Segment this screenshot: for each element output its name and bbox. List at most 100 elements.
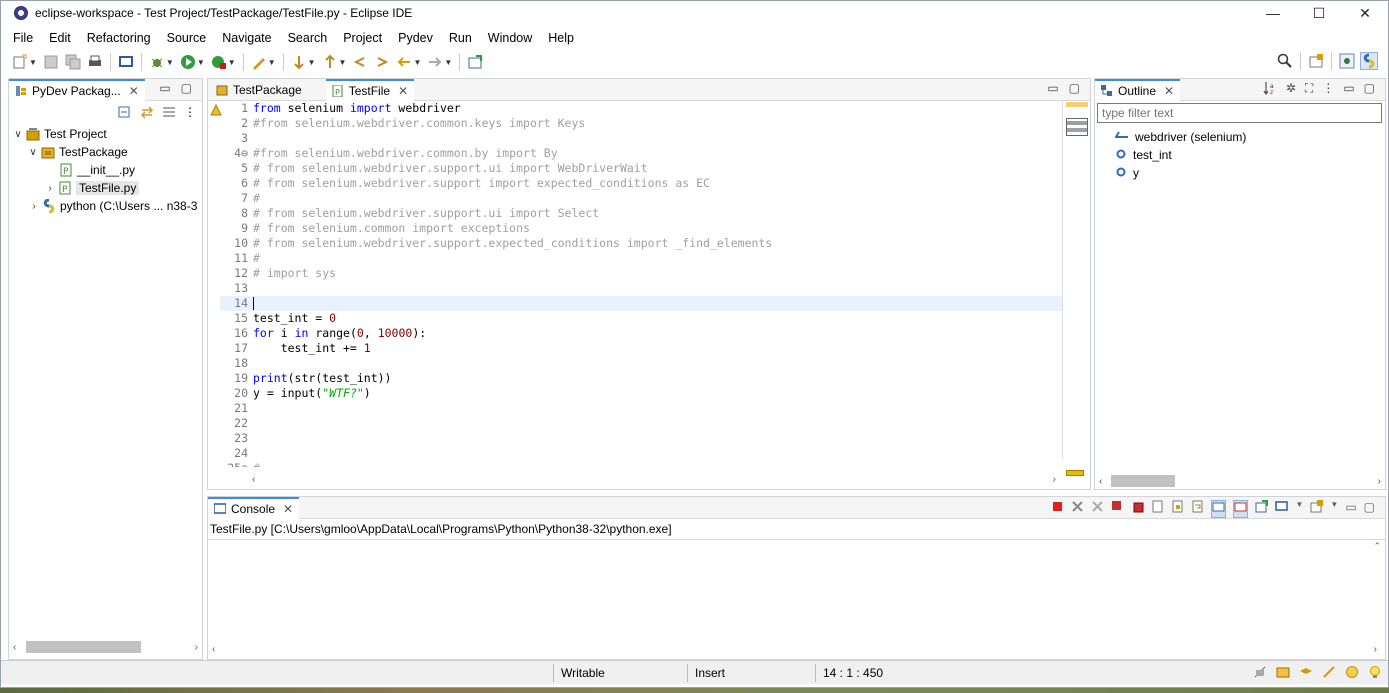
code-line[interactable]: 19 print(str(test_int)) — [220, 371, 1065, 386]
code-line[interactable]: 12 # import sys — [220, 266, 1065, 281]
new-dropdown-icon[interactable]: ▼ — [29, 58, 37, 67]
tab-testpackage[interactable]: TestPackage — [208, 79, 308, 101]
tree-item-testpackage[interactable]: ∨ TestPackage — [9, 143, 202, 161]
code-line[interactable]: 24 — [220, 446, 1065, 461]
menu-pydev[interactable]: Pydev — [390, 31, 441, 45]
forward-edit-icon[interactable] — [373, 53, 391, 71]
minimize-button[interactable]: — — [1250, 1, 1296, 25]
heap-icon[interactable] — [1253, 665, 1267, 682]
clear-console-icon[interactable] — [1151, 500, 1164, 518]
stop-icon[interactable] — [1111, 500, 1124, 518]
minimize-view-icon[interactable]: ▭ — [1047, 81, 1058, 95]
maximize-view-icon[interactable]: ▢ — [181, 81, 192, 95]
code-line[interactable]: 21 — [220, 401, 1065, 416]
outline-item-test-int[interactable]: test_int — [1115, 146, 1246, 164]
learn-icon[interactable] — [1299, 665, 1313, 682]
new-icon[interactable] — [11, 53, 29, 71]
print-icon[interactable] — [86, 53, 104, 71]
close-icon[interactable]: ✕ — [1164, 84, 1174, 98]
pydev-perspective-icon[interactable] — [1360, 52, 1378, 70]
code-line[interactable]: 5 # from selenium.webdriver.support.ui im… — [220, 161, 1065, 176]
collapse-all-icon[interactable]: ✲ — [1286, 81, 1296, 98]
code-line[interactable]: 6 # from selenium.webdriver.support impor… — [220, 176, 1065, 191]
next-annotation-icon[interactable] — [290, 53, 308, 71]
pen-dropdown-icon[interactable]: ▼ — [268, 58, 276, 67]
code-line[interactable]: 2 #from selenium.webdriver.common.keys im… — [220, 116, 1065, 131]
next-annotation-dropdown-icon[interactable]: ▼ — [308, 58, 316, 67]
console-output[interactable] — [208, 539, 1385, 641]
code-line[interactable]: 8 # from selenium.webdriver.support.ui im… — [220, 206, 1065, 221]
view-menu-icon[interactable]: ⋮ — [184, 105, 196, 122]
maximize-view-icon[interactable]: ▢ — [1364, 500, 1375, 518]
code-line[interactable]: 10 # from selenium.webdriver.support.expe… — [220, 236, 1065, 251]
code-line[interactable]: 23 — [220, 431, 1065, 446]
menu-navigate[interactable]: Navigate — [214, 31, 279, 45]
outline-item-webdriver[interactable]: webdriver (selenium) — [1114, 128, 1246, 146]
status-cursor-position[interactable]: 14 : 1 : 450 — [815, 664, 945, 682]
tree-item-testfile-py[interactable]: › P TestFile.py — [9, 179, 202, 197]
menu-window[interactable]: Window — [480, 31, 540, 45]
code-line[interactable]: 13 — [220, 281, 1065, 296]
code-line[interactable]: 20 y = input("WTF?") — [220, 386, 1065, 401]
lightbulb-icon[interactable] — [1368, 665, 1382, 682]
close-icon[interactable]: ✕ — [283, 502, 293, 516]
outline-hscroll[interactable]: ‹ › — [1095, 473, 1385, 489]
code-line[interactable]: 9 # from selenium.common import exception… — [220, 221, 1065, 236]
chevron-down-icon[interactable]: ∨ — [27, 147, 39, 158]
tree-item-init-py[interactable]: P __init__.py — [9, 161, 202, 179]
debug-icon[interactable] — [148, 53, 166, 71]
outline-filter-input[interactable] — [1097, 103, 1382, 123]
menu-edit[interactable]: Edit — [41, 31, 79, 45]
external-tools-dropdown-icon[interactable]: ▼ — [228, 58, 236, 67]
run-icon[interactable] — [179, 53, 197, 71]
status-insert-mode[interactable]: Insert — [687, 664, 814, 682]
prev-annotation-icon[interactable] — [321, 53, 339, 71]
terminate-icon[interactable] — [1051, 500, 1064, 518]
code-line[interactable]: 1 from selenium import webdriver — [220, 101, 1065, 116]
filter-icon[interactable] — [162, 105, 176, 122]
code-line[interactable]: 7 # — [220, 191, 1065, 206]
code-line[interactable]: 14 — [220, 296, 1065, 311]
chevron-right-icon[interactable]: › — [44, 183, 56, 194]
show-stdout-icon[interactable] — [1211, 500, 1227, 518]
maximize-button[interactable]: ☐ — [1296, 1, 1342, 25]
chevron-right-icon[interactable]: › — [28, 201, 40, 212]
run-dropdown-icon[interactable]: ▼ — [197, 58, 205, 67]
code-line[interactable]: 22 — [220, 416, 1065, 431]
debug-dropdown-icon[interactable]: ▼ — [166, 58, 174, 67]
view-menu-icon[interactable]: ⋮ — [1322, 81, 1334, 98]
code-line[interactable]: 18 — [220, 356, 1065, 371]
console-hscroll[interactable]: ‹ › — [208, 641, 1385, 657]
tree-item-python-interpreter[interactable]: › python (C:\Users ... n38-3 — [9, 197, 202, 215]
pin-console-icon[interactable] — [1255, 500, 1269, 518]
menu-source[interactable]: Source — [159, 31, 215, 45]
show-stderr-icon[interactable] — [1233, 500, 1249, 518]
terminal-icon[interactable] — [117, 53, 135, 71]
console-vscroll[interactable]: ⌃ — [1373, 541, 1381, 552]
close-icon[interactable]: ✕ — [398, 84, 408, 98]
warning-marker[interactable] — [1066, 470, 1084, 476]
minimize-view-icon[interactable]: ▭ — [1345, 500, 1356, 518]
pen-icon[interactable] — [250, 53, 268, 71]
tab-pydev-package-explorer[interactable]: PyDev Packag... ✕ — [9, 78, 145, 101]
menu-project[interactable]: Project — [335, 31, 390, 45]
back-icon[interactable] — [395, 53, 413, 71]
tab-testfile[interactable]: P TestFile ✕ — [325, 78, 415, 101]
menu-help[interactable]: Help — [540, 31, 582, 45]
code-line[interactable]: 25⊖ # — [220, 461, 1065, 467]
open-perspective-icon[interactable] — [1307, 52, 1325, 70]
explorer-hscroll[interactable]: ‹ › — [9, 639, 202, 655]
menu-run[interactable]: Run — [441, 31, 480, 45]
sort-icon[interactable]: az — [1263, 81, 1277, 98]
code-line[interactable]: 11 # — [220, 251, 1065, 266]
close-icon[interactable]: ✕ — [129, 84, 139, 98]
menu-refactoring[interactable]: Refactoring — [79, 31, 159, 45]
minimize-view-icon[interactable]: ▭ — [159, 81, 170, 95]
tip-icon[interactable] — [1276, 665, 1290, 682]
code-line[interactable]: 17 test_int += 1 — [220, 341, 1065, 356]
code-editor[interactable]: 1 from selenium import webdriver 2 #from se… — [220, 101, 1065, 467]
scroll-lock-icon[interactable] — [1171, 500, 1184, 518]
save-icon[interactable] — [42, 53, 60, 71]
code-line[interactable]: 3 — [220, 131, 1065, 146]
code-line[interactable]: 16 for i in range(0, 10000): — [220, 326, 1065, 341]
